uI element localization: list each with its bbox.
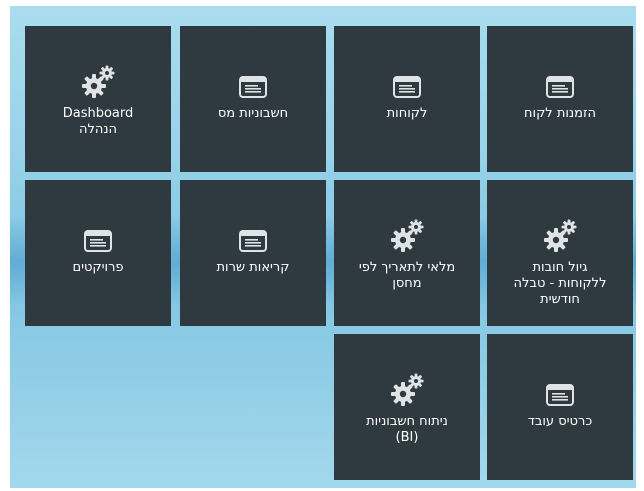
tile-debt-aging[interactable]: גיול חובות ללקוחות - טבלה חודשית <box>487 180 633 326</box>
tile-label: ניתוח חשבוניות (BI) <box>366 414 448 445</box>
tile-customer-orders[interactable]: הזמנות לקוח <box>487 26 633 172</box>
tile-label: Dashboard הנהלה <box>62 106 134 137</box>
window-icon <box>239 218 267 252</box>
gear-icon <box>388 372 426 406</box>
tiles-canvas: הזמנות לקוח לקוחות חשבוניות מס Dashboard… <box>10 6 636 488</box>
window-icon <box>84 218 112 252</box>
tile-customers[interactable]: לקוחות <box>334 26 480 172</box>
tile-label: לקוחות <box>386 106 428 121</box>
gear-icon <box>79 64 117 98</box>
tile-label: הזמנות לקוח <box>524 106 596 121</box>
window-icon <box>393 64 421 98</box>
tile-label: גיול חובות ללקוחות - טבלה חודשית <box>513 260 607 307</box>
gear-icon <box>388 218 426 252</box>
gear-icon <box>541 218 579 252</box>
window-icon <box>546 372 574 406</box>
tile-service-calls[interactable]: קריאות שרות <box>180 180 326 326</box>
tile-projects[interactable]: פרויקטים <box>25 180 171 326</box>
tile-label: חשבוניות מס <box>217 106 289 121</box>
tile-invoice-analysis-bi[interactable]: ניתוח חשבוניות (BI) <box>334 334 480 480</box>
tile-employee-card[interactable]: כרטיס עובד <box>487 334 633 480</box>
tile-inventory-by-warehouse[interactable]: מלאי לתאריך לפי מחסן <box>334 180 480 326</box>
tile-label: קריאות שרות <box>216 260 290 275</box>
tile-tax-invoices[interactable]: חשבוניות מס <box>180 26 326 172</box>
window-icon <box>239 64 267 98</box>
tile-label: כרטיס עובד <box>527 414 593 429</box>
window-icon <box>546 64 574 98</box>
tile-dashboard-management[interactable]: Dashboard הנהלה <box>25 26 171 172</box>
tile-label: מלאי לתאריך לפי מחסן <box>358 260 456 291</box>
tile-label: פרויקטים <box>72 260 124 275</box>
